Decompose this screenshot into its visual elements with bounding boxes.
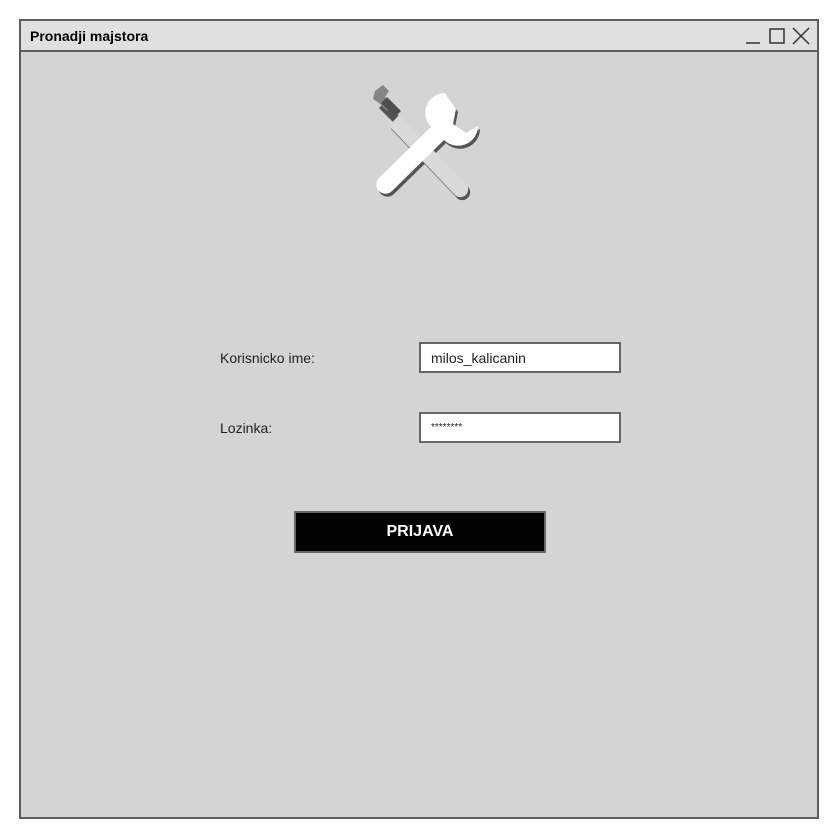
minimize-button[interactable] <box>741 25 765 47</box>
tools-icon <box>373 85 480 201</box>
title-bar: Pronadji majstora <box>21 21 817 52</box>
username-input[interactable] <box>419 342 621 373</box>
close-icon <box>792 27 810 45</box>
window-title: Pronadji majstora <box>30 28 149 44</box>
minimize-icon <box>746 42 760 44</box>
password-label: Lozinka: <box>220 420 273 436</box>
maximize-icon <box>769 28 785 44</box>
login-button[interactable]: PRIJAVA <box>294 511 546 553</box>
password-input[interactable] <box>419 412 621 443</box>
username-label: Korisnicko ime: <box>220 350 315 366</box>
close-button[interactable] <box>789 25 813 47</box>
maximize-button[interactable] <box>765 25 789 47</box>
window-controls <box>741 25 813 47</box>
app-window: Pronadji majstora Korisnicko ime: milos_… <box>19 19 819 819</box>
